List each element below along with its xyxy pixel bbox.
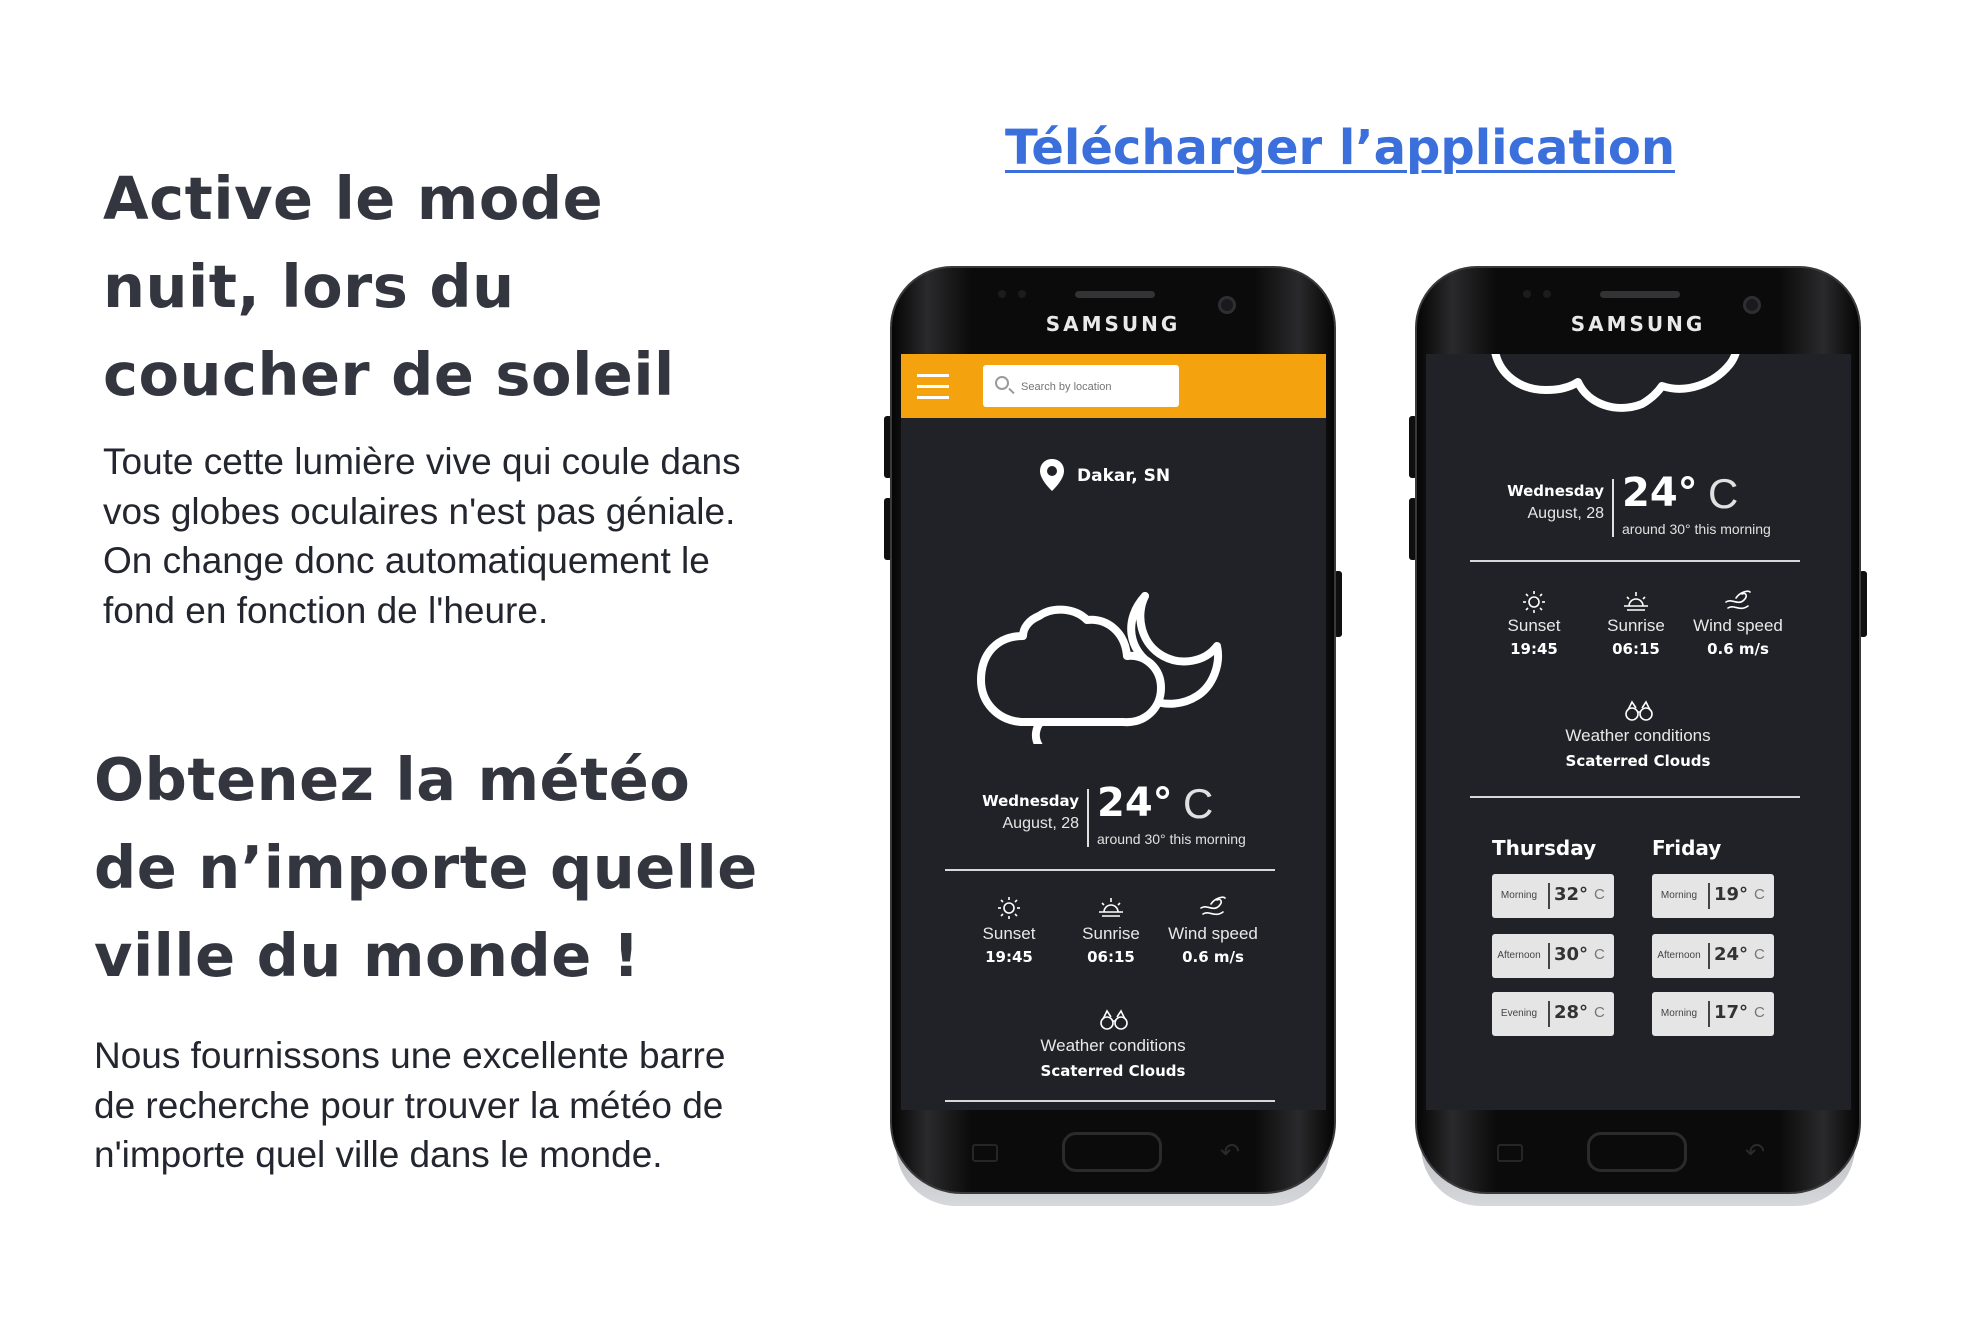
temp-separator	[1087, 789, 1089, 847]
wind-icon	[1200, 896, 1226, 916]
sun-icon	[998, 897, 1020, 919]
current-temp: 24°	[1622, 470, 1698, 516]
period-unit: C	[1594, 946, 1605, 963]
wind-icon	[1725, 590, 1751, 610]
night-mode-description: Toute cette lumière vive qui coule dans …	[103, 441, 741, 631]
wind-value: 0.6 m/s	[1182, 948, 1244, 966]
phone-brand: SAMSUNG	[1570, 312, 1706, 336]
home-button[interactable]	[1062, 1132, 1162, 1172]
home-button[interactable]	[1587, 1132, 1687, 1172]
temp-note: around 30° this morning	[1622, 521, 1771, 537]
period-label: Afternoon	[1497, 950, 1541, 961]
period-unit: C	[1594, 886, 1605, 903]
period-temp: 30°	[1554, 944, 1589, 965]
phone-mockup-main: SAMSUNG Dakar, SN Wednesday August, 28 2…	[884, 266, 1342, 1206]
temp-unit: C	[1708, 470, 1739, 517]
binoculars-icon	[1625, 700, 1653, 721]
forecast-day-2: Friday	[1652, 836, 1722, 860]
forecast-card: Morning 17° C	[1652, 992, 1774, 1036]
app-screen-home: Dakar, SN Wednesday August, 28 24° C aro…	[901, 354, 1326, 1110]
conditions-value: Scaterred Clouds	[1040, 1062, 1186, 1080]
sun-icon	[1523, 591, 1545, 613]
period-temp: 24°	[1714, 944, 1749, 965]
sensor	[1018, 290, 1026, 298]
download-app-link[interactable]: Télécharger l’application	[1000, 120, 1680, 176]
earpiece	[1600, 291, 1680, 298]
period-label: Afternoon	[1657, 950, 1701, 961]
forecast-card: Morning 19° C	[1652, 874, 1774, 918]
current-temp: 24°	[1097, 780, 1173, 826]
temp-note: around 30° this morning	[1097, 831, 1246, 847]
period-unit: C	[1754, 886, 1765, 903]
sensor	[998, 290, 1006, 298]
period-temp: 17°	[1714, 1002, 1749, 1023]
recent-apps-icon[interactable]	[1497, 1144, 1523, 1162]
sunrise-icon	[1624, 592, 1648, 611]
sunrise-icon	[1099, 898, 1123, 917]
search-input[interactable]	[1019, 375, 1173, 399]
weekday: Wednesday	[982, 792, 1079, 810]
divider	[945, 1100, 1275, 1102]
sensor	[1543, 290, 1551, 298]
conditions-value: Scaterred Clouds	[1565, 752, 1711, 770]
date: August, 28	[1527, 505, 1605, 522]
conditions-label: Weather conditions	[1040, 1036, 1186, 1055]
weekday: Wednesday	[1507, 482, 1604, 500]
cloud-icon	[1491, 354, 1740, 412]
forecast-card: Afternoon 30° C	[1492, 934, 1614, 978]
forecast-card: Afternoon 24° C	[1652, 934, 1774, 978]
location-label: Dakar, SN	[1077, 466, 1171, 486]
period-unit: C	[1594, 1004, 1605, 1021]
period-temp: 28°	[1554, 1002, 1589, 1023]
divider	[1470, 796, 1800, 798]
app-bar	[901, 354, 1326, 418]
period-unit: C	[1754, 946, 1765, 963]
search-box[interactable]	[983, 365, 1179, 407]
location-pin-icon	[1040, 459, 1064, 491]
period-temp: 32°	[1554, 884, 1589, 905]
night-mode-heading: Active le mode nuit, lors du coucher de …	[103, 164, 675, 409]
cloudy-night-icon	[977, 592, 1222, 744]
sensor	[1523, 290, 1531, 298]
search-icon	[995, 376, 1009, 390]
binoculars-icon	[1100, 1009, 1128, 1030]
forecast-card: Morning 32° C	[1492, 874, 1614, 918]
earpiece	[1075, 291, 1155, 298]
wind-label: Wind speed	[1693, 616, 1783, 635]
period-label: Morning	[1660, 890, 1698, 901]
menu-icon[interactable]	[917, 374, 949, 400]
back-icon[interactable]: ↶	[1745, 1138, 1779, 1166]
forecast-day-1: Thursday	[1492, 836, 1597, 860]
phone-mockup-forecast: SAMSUNG Wednesday August, 28 24° C aroun…	[1409, 266, 1867, 1206]
period-temp: 19°	[1714, 884, 1749, 905]
wind-label: Wind speed	[1168, 924, 1258, 943]
temp-separator	[1612, 479, 1614, 537]
recent-apps-icon[interactable]	[972, 1144, 998, 1162]
date: August, 28	[1002, 815, 1080, 832]
app-screen-scrolled[interactable]: Wednesday August, 28 24° C around 30° th…	[1426, 354, 1851, 1110]
period-unit: C	[1754, 1004, 1765, 1021]
forecast-card: Evening 28° C	[1492, 992, 1614, 1036]
period-label: Evening	[1500, 1008, 1538, 1019]
period-label: Morning	[1500, 890, 1538, 901]
divider	[945, 869, 1275, 871]
phone-brand: SAMSUNG	[1045, 312, 1181, 336]
conditions-label: Weather conditions	[1565, 726, 1711, 745]
weather-anywhere-heading: Obtenez la météo de n’importe quelle vil…	[94, 745, 758, 990]
temp-unit: C	[1183, 780, 1214, 827]
search-description: Nous fournissons une excellente barre de…	[94, 1035, 726, 1175]
back-icon[interactable]: ↶	[1220, 1138, 1254, 1166]
period-label: Morning	[1660, 1008, 1698, 1019]
divider	[1470, 560, 1800, 562]
wind-value: 0.6 m/s	[1707, 640, 1769, 658]
